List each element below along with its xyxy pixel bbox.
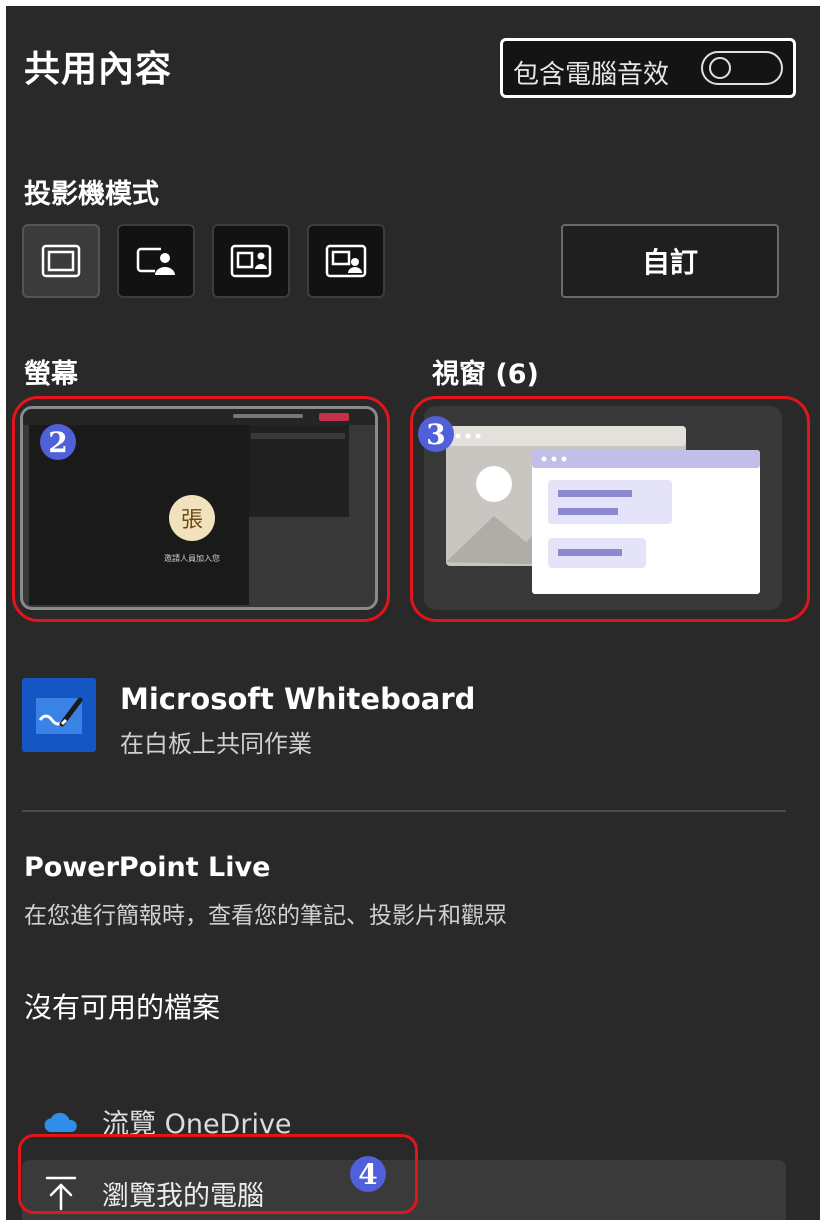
annotation-badge-2: 2 [40,424,76,460]
section-divider [22,810,786,812]
powerpoint-live-heading: PowerPoint Live [24,852,271,883]
whiteboard-subtitle: 在白板上共同作業 [120,730,312,758]
annotation-badge-4: 4 [350,1156,386,1192]
standout-icon [136,247,175,275]
whiteboard-app-icon[interactable] [22,678,96,752]
presenter-mode-heading: 投影機模式 [24,179,159,210]
annotation-ring-window [410,396,810,622]
no-files-message: 沒有可用的檔案 [24,991,221,1024]
side-by-side-icon [230,244,272,278]
onedrive-cloud-icon [44,1112,77,1132]
whiteboard-title[interactable]: Microsoft Whiteboard [120,682,475,716]
toggle-knob [709,57,731,79]
mode-side-by-side-button[interactable] [212,224,290,298]
custom-button[interactable]: 自訂 [561,224,779,298]
include-audio-toggle-group[interactable]: 包含電腦音效 [500,38,796,98]
mode-content-only-button[interactable] [22,224,100,298]
whiteboard-icon [36,697,83,734]
window-heading: 視窗 (6) [432,359,539,390]
panel-title: 共用內容 [24,49,173,90]
screen-heading: 螢幕 [24,359,78,390]
content-only-icon [41,244,81,278]
mode-standout-button[interactable] [117,224,195,298]
include-audio-toggle[interactable] [701,51,783,85]
include-audio-label: 包含電腦音效 [513,60,670,90]
mode-reporter-button[interactable] [307,224,385,298]
share-content-panel: 共用內容 包含電腦音效 投影機模式 自訂 螢幕 視窗 (6) 張 邀請人員加入您… [6,6,820,1220]
reporter-icon [325,244,367,278]
annotation-badge-3: 3 [418,416,454,452]
powerpoint-live-description: 在您進行簡報時，查看您的筆記、投影片和觀眾 [24,903,507,929]
